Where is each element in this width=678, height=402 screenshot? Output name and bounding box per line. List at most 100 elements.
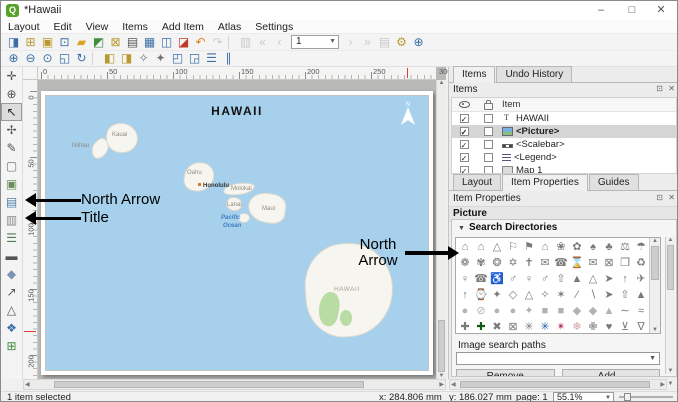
svg-symbol[interactable]: ❒ xyxy=(617,255,633,271)
map-item[interactable]: HAWAII Niihau Kauai Oahu Honolulu Molokai Lan… xyxy=(45,95,429,371)
toolbox-button[interactable]: ▥ xyxy=(1,211,22,229)
layer-item-row[interactable]: ✓ <Picture> xyxy=(452,125,676,138)
svg-symbol[interactable]: ✈ xyxy=(633,271,649,287)
slider-thumb[interactable] xyxy=(624,393,631,401)
zoom-level-combobox[interactable]: 55.1% ▼ xyxy=(553,392,614,401)
toolbox-button[interactable]: ⊕ xyxy=(1,85,22,103)
svg-symbol-gallery[interactable]: ⌂ ⌂ △ ⚐ ⚑ ⌂ ❀ ✿ ♠ ♣ ⚖ ☂ ❁ ✾ ❂ ✡ ✝ ✉ ☎ ⌛ ✉ ⊠ ❒ ♻ ♀ ☎ ♿ ♂ ♀ ♂ ⇧ ▲ △ ➤ ↑ ✈ ↑ ⌚ ✦ ◇… xyxy=(455,237,661,334)
svg-symbol[interactable]: ☎ xyxy=(553,255,569,271)
toolbar-button[interactable]: ▦ xyxy=(141,35,158,50)
svg-symbol[interactable]: ⌚ xyxy=(473,287,489,303)
svg-symbol[interactable]: ✦ xyxy=(521,303,537,319)
svg-symbol[interactable]: △ xyxy=(585,271,601,287)
scrollbar-thumb[interactable] xyxy=(667,245,674,290)
svg-symbol[interactable]: ♂ xyxy=(505,271,521,287)
svg-symbol[interactable]: ∇ xyxy=(633,319,649,333)
svg-symbol[interactable]: ✳ xyxy=(521,319,537,333)
toolbar-button[interactable]: ⊕ xyxy=(410,35,427,50)
panel-tab[interactable]: Layout xyxy=(453,174,502,190)
toolbox-button[interactable]: ✛ xyxy=(1,67,22,85)
svg-symbol[interactable]: ■ xyxy=(537,303,553,319)
toolbar-button[interactable]: ⊖ xyxy=(22,51,39,66)
svg-symbol[interactable]: ✚ xyxy=(457,319,473,333)
panel-horizontal-scrollbar[interactable]: ◀ ▶ xyxy=(449,379,667,390)
svg-symbol[interactable]: ≈ xyxy=(633,303,649,319)
menu-item[interactable]: Items xyxy=(115,21,155,33)
layer-item-row[interactable]: ✓ <Legend> xyxy=(452,151,676,164)
toolbox-button[interactable]: ✢ xyxy=(1,121,22,139)
toolbar-button[interactable]: ▰ xyxy=(73,35,90,50)
menu-item[interactable]: Layout xyxy=(1,21,47,33)
svg-symbol[interactable]: ☎ xyxy=(473,271,489,287)
svg-symbol[interactable]: ✙ xyxy=(585,319,601,333)
toolbox-button[interactable]: ▤ xyxy=(1,193,22,211)
svg-symbol[interactable]: △ xyxy=(521,287,537,303)
scroll-up-icon[interactable]: ▲ xyxy=(437,80,446,86)
toolbar-button[interactable]: ▤ xyxy=(376,35,393,50)
toolbox-button[interactable]: ▣ xyxy=(1,175,22,193)
toolbar-button[interactable]: ⊕ xyxy=(5,51,22,66)
svg-symbol[interactable]: ✉ xyxy=(537,255,553,271)
svg-symbol[interactable]: ⌂ xyxy=(457,239,473,255)
svg-symbol[interactable]: ✧ xyxy=(537,287,553,303)
lock-checkbox[interactable] xyxy=(483,166,493,173)
toolbar-button[interactable]: ◩ xyxy=(90,35,107,50)
visibility-checkbox[interactable]: ✓ xyxy=(459,166,469,173)
visibility-checkbox[interactable]: ✓ xyxy=(459,127,469,137)
svg-symbol[interactable]: ⊠ xyxy=(505,319,521,333)
scrollbar-thumb[interactable] xyxy=(438,320,445,372)
panel-tab[interactable]: Items xyxy=(453,66,496,83)
scroll-right-icon[interactable]: ▶ xyxy=(439,381,444,388)
toolbar-button[interactable]: ▤ xyxy=(124,35,141,50)
svg-symbol[interactable]: ❂ xyxy=(489,255,505,271)
svg-symbol[interactable]: ↑ xyxy=(457,287,473,303)
svg-symbol[interactable]: ⊻ xyxy=(617,319,633,333)
toolbox-button[interactable]: ▢ xyxy=(1,157,22,175)
svg-symbol[interactable]: ● xyxy=(505,303,521,319)
svg-symbol[interactable]: ▲ xyxy=(601,303,617,319)
toolbar-button[interactable]: ◲ xyxy=(186,51,203,66)
scrollbar-thumb[interactable] xyxy=(54,381,364,388)
menu-item[interactable]: Settings xyxy=(248,21,300,33)
toolbar-button[interactable]: ⊡ xyxy=(56,35,73,50)
north-arrow-item[interactable]: N xyxy=(396,100,420,128)
svg-symbol[interactable]: ✉ xyxy=(585,255,601,271)
collapse-icon[interactable]: ▼ xyxy=(458,225,465,232)
toolbar-button[interactable] xyxy=(228,35,235,49)
canvas-vertical-scrollbar[interactable]: ▲ ▼ xyxy=(436,80,446,379)
toolbar-button[interactable]: › xyxy=(342,35,359,50)
scroll-up-icon[interactable]: ▲ xyxy=(666,237,675,243)
scrollbar-thumb[interactable] xyxy=(460,381,650,388)
svg-symbol[interactable]: ✝ xyxy=(521,255,537,271)
layer-item-row[interactable]: ✓ <Scalebar> xyxy=(452,138,676,151)
menu-item[interactable]: Add Item xyxy=(155,21,211,33)
svg-symbol[interactable]: ⇧ xyxy=(617,287,633,303)
scroll-right-icon[interactable]: ▶ xyxy=(660,381,665,388)
toolbox-button[interactable]: ◆ xyxy=(1,265,22,283)
svg-symbol[interactable]: ⚑ xyxy=(521,239,537,255)
svg-symbol[interactable]: ◆ xyxy=(569,303,585,319)
toolbox-button[interactable]: ↖ xyxy=(1,103,22,121)
atlas-page-spinbox[interactable]: 1 ▼ xyxy=(291,35,339,49)
toolbar-button[interactable]: ◧ xyxy=(101,51,118,66)
svg-symbol[interactable]: ♿ xyxy=(489,271,505,287)
layer-item-row[interactable]: ✓ Map 1 xyxy=(452,164,676,173)
svg-symbol[interactable]: ∖ xyxy=(585,287,601,303)
lock-checkbox[interactable] xyxy=(483,153,493,162)
svg-symbol[interactable]: ♻ xyxy=(633,255,649,271)
toolbar-button[interactable]: ▥ xyxy=(237,35,254,50)
panel-tab[interactable]: Item Properties xyxy=(502,174,588,191)
svg-symbol[interactable]: ⚐ xyxy=(505,239,521,255)
gallery-scrollbar[interactable]: ▲ ▼ xyxy=(649,238,660,333)
close-panel-icon[interactable]: ✕ xyxy=(668,84,675,93)
svg-symbol[interactable]: ♣ xyxy=(601,239,617,255)
svg-symbol[interactable]: ✶ xyxy=(553,287,569,303)
panel-tab[interactable]: Guides xyxy=(588,174,639,190)
toolbar-button[interactable]: ⊙ xyxy=(39,51,56,66)
svg-symbol[interactable]: ❀ xyxy=(553,239,569,255)
maximize-button[interactable]: □ xyxy=(618,1,646,20)
svg-symbol[interactable]: ◇ xyxy=(505,287,521,303)
toolbox-button[interactable]: ✎ xyxy=(1,139,22,157)
lock-checkbox[interactable] xyxy=(483,114,493,123)
svg-symbol[interactable]: ♠ xyxy=(585,239,601,255)
